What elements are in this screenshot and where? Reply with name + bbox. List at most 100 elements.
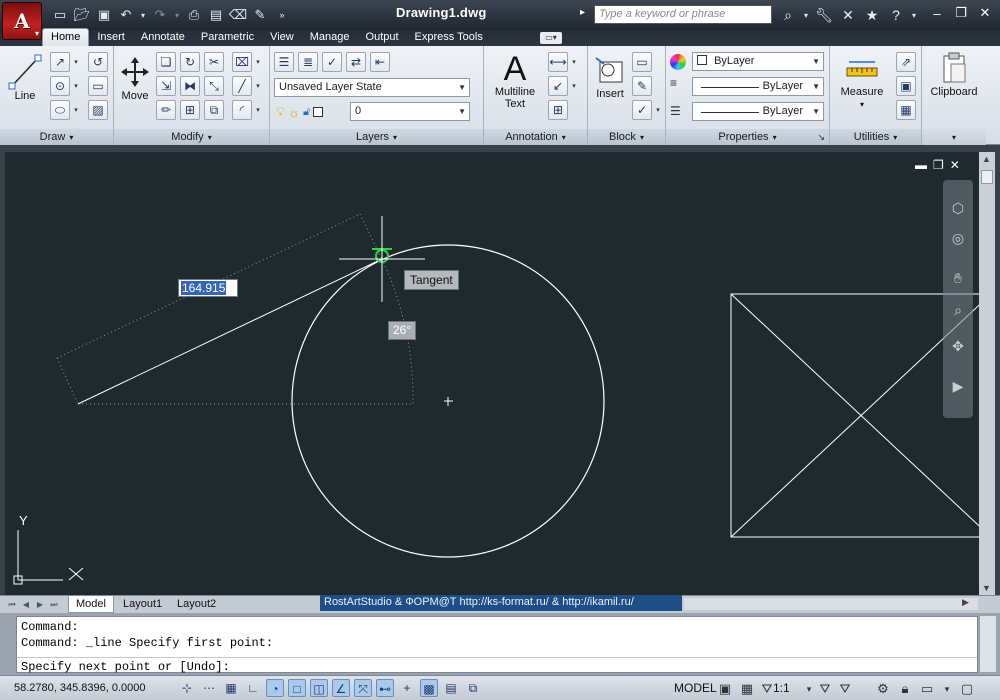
dimension-dropdown-icon[interactable]: ▾: [570, 52, 578, 72]
drawing-geometry[interactable]: Y: [5, 152, 979, 595]
lineweight-combo[interactable]: ByLayer ▼: [692, 102, 824, 121]
circle-button[interactable]: ⊙: [50, 76, 70, 96]
panel-title-utilities[interactable]: Utilities ▾: [830, 129, 921, 145]
lineweight-toggle-icon[interactable]: +: [398, 679, 416, 697]
close-icon[interactable]: ✕: [974, 3, 996, 23]
erase-icon[interactable]: ⌫: [228, 6, 248, 24]
make-current-button[interactable]: ✓: [322, 52, 342, 72]
ellipse-dropdown-icon[interactable]: ▾: [72, 100, 80, 120]
last-layout-icon[interactable]: ⏭: [48, 599, 60, 611]
undo-icon[interactable]: ↶: [116, 6, 136, 24]
tab-annotate[interactable]: Annotate: [133, 29, 193, 46]
new-file-icon[interactable]: ▭: [50, 6, 70, 24]
polyline-dropdown-icon[interactable]: ▾: [72, 52, 80, 72]
edit-block-button[interactable]: ✎: [632, 76, 652, 96]
tab-view[interactable]: View: [262, 29, 302, 46]
viewport-restore-icon[interactable]: ❐: [933, 158, 944, 172]
transparency-toggle-icon[interactable]: ▩: [420, 679, 438, 697]
panel-title-block[interactable]: Block ▾: [588, 129, 665, 145]
pan-hand-icon[interactable]: ✋︎: [948, 268, 968, 288]
panel-title-properties[interactable]: Properties ▾: [666, 129, 829, 145]
snap-mode-icon[interactable]: ⋯: [200, 679, 218, 697]
properties-launcher-icon[interactable]: ↘: [817, 132, 825, 143]
ortho-mode-icon[interactable]: ∟: [244, 679, 262, 697]
trim-button[interactable]: ✂: [204, 52, 224, 72]
minimize-icon[interactable]: –: [926, 3, 948, 23]
command-line-box[interactable]: Command: Command: _line Specify first po…: [16, 616, 978, 674]
command-scrollbar[interactable]: [980, 616, 996, 672]
polar-tracking-icon[interactable]: ◔: [266, 679, 284, 697]
scroll-right-icon[interactable]: ▶: [962, 597, 969, 608]
ellipse-button[interactable]: ⬭: [50, 100, 70, 120]
tab-layout1[interactable]: Layout1: [116, 596, 169, 613]
circle-dropdown-icon[interactable]: ▾: [72, 76, 80, 96]
panel-title-modify[interactable]: Modify ▾: [114, 129, 269, 145]
scroll-up-icon[interactable]: ▲: [982, 154, 991, 164]
tab-manage[interactable]: Manage: [302, 29, 358, 46]
vertical-scroll-thumb[interactable]: [981, 170, 993, 184]
quick-properties-icon[interactable]: ▤: [442, 679, 460, 697]
explode-button[interactable]: ╱: [232, 76, 252, 96]
object-snap-icon[interactable]: □: [288, 679, 306, 697]
dimension-button[interactable]: ⟷: [548, 52, 568, 72]
copy-button[interactable]: ❏: [156, 52, 176, 72]
table-button[interactable]: ⊞: [548, 100, 568, 120]
horizontal-scrollbar[interactable]: [684, 598, 978, 610]
command-prompt[interactable]: Specify next point or [Undo]:: [21, 660, 230, 674]
leader-dropdown-icon[interactable]: ▾: [570, 76, 578, 96]
orbit-icon[interactable]: ✥: [948, 336, 968, 356]
binoculars-icon[interactable]: ⌕: [778, 5, 798, 25]
panel-title-layers[interactable]: Layers ▾: [270, 129, 483, 145]
viewcube-icon[interactable]: ⬡: [948, 198, 968, 218]
scroll-down-icon[interactable]: ▼: [982, 583, 991, 593]
arc-button[interactable]: ↺: [88, 52, 108, 72]
restore-icon[interactable]: ❐: [950, 3, 972, 23]
stretch-button[interactable]: ⇲: [156, 76, 176, 96]
annotation-visibility-icon[interactable]: ⛛: [816, 680, 834, 698]
quick-view-drawings-icon[interactable]: ▦: [738, 680, 756, 698]
tab-output[interactable]: Output: [358, 29, 407, 46]
hardware-acceleration-icon[interactable]: ▭: [918, 680, 936, 698]
polyline-button[interactable]: ↗: [50, 52, 70, 72]
subscription-icon[interactable]: 🔧︎: [814, 5, 834, 25]
vertical-scrollbar[interactable]: ▲ ▼: [979, 152, 995, 595]
select-all-button[interactable]: ▣: [896, 76, 916, 96]
chamfer-button[interactable]: ◜: [232, 100, 252, 120]
plot-icon[interactable]: ⎙: [184, 6, 204, 24]
clipboard-button[interactable]: Clipboard: [926, 52, 982, 98]
offset-button[interactable]: ⧉: [204, 100, 224, 120]
viewport-minimize-icon[interactable]: ▬: [915, 158, 927, 172]
explode-dropdown-icon[interactable]: ▾: [254, 76, 262, 96]
qat-more-icon[interactable]: »: [272, 6, 292, 24]
tab-parametric[interactable]: Parametric: [193, 29, 262, 46]
open-file-icon[interactable]: 📂︎: [72, 6, 92, 24]
selection-cycling-icon[interactable]: ⧉: [464, 679, 482, 697]
help-dropdown-icon[interactable]: ▾: [910, 5, 918, 25]
tab-home[interactable]: Home: [42, 28, 90, 46]
layer-properties-button[interactable]: ☰: [274, 52, 294, 72]
publish-icon[interactable]: ▤: [206, 6, 226, 24]
linetype-combo[interactable]: ByLayer ▼: [692, 77, 824, 96]
quick-select-button[interactable]: ⇗: [896, 52, 916, 72]
toolbar-lock-icon[interactable]: 🔒︎: [896, 680, 914, 698]
array-button[interactable]: ⊞: [180, 100, 200, 120]
redo-icon[interactable]: ↷: [150, 6, 170, 24]
redo-dropdown-icon[interactable]: ▾: [172, 6, 182, 24]
measure-dropdown-icon[interactable]: ▾: [860, 100, 864, 109]
color-combo[interactable]: ByLayer ▼: [692, 52, 824, 71]
quick-view-layouts-icon[interactable]: ▣: [716, 680, 734, 698]
scale-button[interactable]: ⤡: [204, 76, 224, 96]
allow-disallow-ucs-icon[interactable]: ⤧: [354, 679, 372, 697]
model-space-button[interactable]: MODEL: [674, 681, 717, 695]
help-icon[interactable]: ?: [886, 5, 906, 25]
layer-state-combo[interactable]: Unsaved Layer State ▼: [274, 78, 470, 97]
line-button[interactable]: Line: [6, 54, 44, 102]
search-dropdown-icon[interactable]: ▾: [802, 5, 810, 25]
favorites-star-icon[interactable]: ★: [862, 5, 882, 25]
panel-title-draw[interactable]: Draw ▾: [0, 129, 113, 145]
auto-scale-icon[interactable]: ⛛: [836, 680, 854, 698]
dynamic-input-icon[interactable]: ⊷: [376, 679, 394, 697]
layer-previous-button[interactable]: ⇤: [370, 52, 390, 72]
save-icon[interactable]: ▣: [94, 6, 114, 24]
leader-button[interactable]: ↙: [548, 76, 568, 96]
